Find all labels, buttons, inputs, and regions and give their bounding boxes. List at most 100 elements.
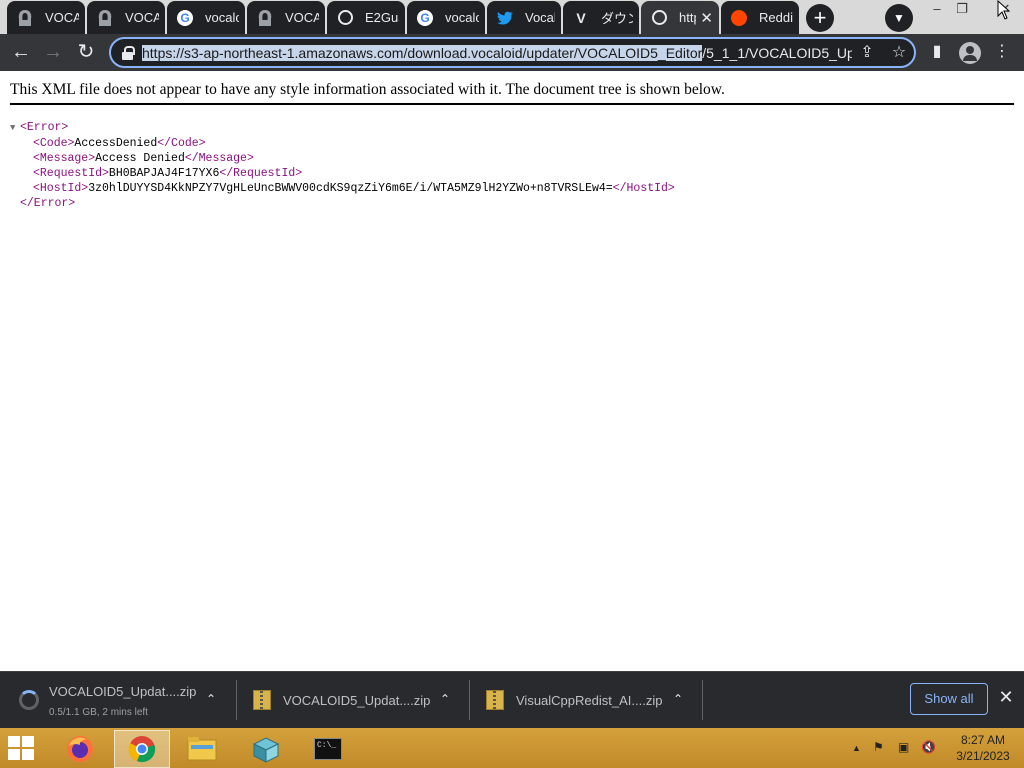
download-shelf: VOCALOID5_Updat....zip 0.5/1.1 GB, 2 min… <box>0 671 1024 728</box>
tab-title: Vocaloid <box>525 10 555 25</box>
cmd-label: C:\_ <box>314 738 342 760</box>
chevron-up-icon[interactable]: ⌃ <box>440 692 450 706</box>
xml-text: AccessDenied <box>74 137 158 150</box>
windows-start-icon[interactable] <box>8 736 36 762</box>
download-divider <box>702 680 703 720</box>
xml-text: Access Denied <box>95 152 185 165</box>
network-icon[interactable]: ▣ <box>898 740 909 754</box>
xml-open-tag: <Code> <box>33 137 75 150</box>
tab-2[interactable]: VOCALOID <box>87 1 165 34</box>
tab-title: VOCALOID <box>45 10 79 25</box>
address-bar[interactable]: https://s3-ap-northeast-1.amazonaws.com/… <box>109 37 916 68</box>
tab-title: https <box>679 10 696 25</box>
download-item[interactable]: VOCALOID5_Updat....zip ⌃ <box>253 678 463 724</box>
reload-icon[interactable]: ↻ <box>71 37 101 67</box>
tab-10[interactable]: Reddit <box>721 1 799 34</box>
tab-close-icon[interactable]: ✕ <box>700 9 713 27</box>
flag-icon[interactable]: ⚑ <box>873 740 884 754</box>
xml-document-tree: ▼ <Error> <Code>AccessDenied</Code> <Mess… <box>10 120 675 211</box>
tab-active[interactable]: https ✕ <box>641 1 719 34</box>
xml-root-close-line: </Error> <box>10 196 675 211</box>
file-explorer-icon[interactable] <box>174 730 230 768</box>
browser-toolbar: ← → ↻ https://s3-ap-northeast-1.amazonaw… <box>0 34 1024 71</box>
globe-icon <box>337 10 353 26</box>
xml-root-open-line: ▼ <Error> <box>10 120 675 136</box>
download-divider <box>236 680 237 720</box>
tab-title: VOCALOID <box>125 10 159 25</box>
notice-divider <box>10 103 1014 105</box>
installer-package-icon[interactable] <box>238 730 294 768</box>
xml-open-tag: <HostId> <box>33 182 89 195</box>
tab-title: vocaloid <box>205 10 239 25</box>
close-shelf-icon[interactable]: ✕ <box>995 686 1017 708</box>
minimize-icon[interactable]: – <box>928 0 946 20</box>
download-item[interactable]: VOCALOID5_Updat....zip 0.5/1.1 GB, 2 min… <box>19 678 229 724</box>
tab-search-chevron-icon[interactable]: ▼ <box>885 4 913 32</box>
bookmark-star-icon[interactable]: ☆ <box>888 42 910 64</box>
side-panel-icon[interactable]: ▮ <box>923 38 951 66</box>
hooded-figure-icon <box>17 9 33 26</box>
xml-line-hostid: <HostId>3z0hlDUYYSD4KkNPZY7VgHLeUncBWWV0… <box>10 181 675 196</box>
restore-icon[interactable]: ❐ <box>953 0 971 20</box>
v-logo-icon: V <box>576 9 586 26</box>
chevron-up-icon[interactable]: ⌃ <box>206 692 216 706</box>
tab-5[interactable]: E2Guardian <box>327 1 405 34</box>
download-status: 0.5/1.1 GB, 2 mins left <box>49 707 148 718</box>
forward-arrow-icon[interactable]: → <box>38 37 68 67</box>
url-rest: /5_1_1/VOCALOID5_Update.zip <box>702 45 852 61</box>
tab-title: E2Guardian <box>365 10 399 25</box>
tab-3[interactable]: G vocaloid <box>167 1 245 34</box>
hooded-figure-icon <box>97 9 113 26</box>
hooded-figure-icon <box>257 9 273 26</box>
google-icon: G <box>177 9 193 26</box>
firefox-icon[interactable] <box>52 730 108 768</box>
tray-up-arrow-icon[interactable]: ▲ <box>852 743 861 753</box>
url-text[interactable]: https://s3-ap-northeast-1.amazonaws.com/… <box>142 44 852 62</box>
xml-open-tag: <Message> <box>33 152 96 165</box>
xml-root-open-tag: <Error> <box>20 121 69 134</box>
download-progress-icon <box>19 690 39 710</box>
xml-close-tag: </Message> <box>184 152 254 165</box>
tab-title: ダウンロード <box>601 11 633 26</box>
url-selected: https://s3-ap-northeast-1.amazonaws.com/… <box>142 45 703 61</box>
download-filename: VOCALOID5_Updat....zip <box>283 693 431 708</box>
lock-icon[interactable] <box>121 46 135 60</box>
xml-text: BH0BAPJAJ4F17YX6 <box>108 167 220 180</box>
tab-title: vocaloid <box>445 10 479 25</box>
back-arrow-icon[interactable]: ← <box>6 37 36 67</box>
profile-avatar-icon[interactable] <box>959 42 981 64</box>
tab-title: Reddit <box>759 10 793 25</box>
collapse-triangle-icon[interactable]: ▼ <box>10 121 20 136</box>
system-clock[interactable]: 8:27 AM 3/21/2023 <box>948 732 1018 764</box>
share-icon[interactable]: ⇪ <box>856 42 878 64</box>
tab-4[interactable]: VOCALOID <box>247 1 325 34</box>
clock-date: 3/21/2023 <box>956 749 1010 763</box>
show-all-button[interactable]: Show all <box>910 683 988 715</box>
chrome-icon[interactable] <box>114 730 170 768</box>
chevron-up-icon[interactable]: ⌃ <box>673 692 683 706</box>
download-item[interactable]: VisualCppRedist_AI....zip ⌃ <box>486 678 696 724</box>
download-filename: VOCALOID5_Updat....zip <box>49 684 197 699</box>
xml-line-requestid: <RequestId>BH0BAPJAJ4F17YX6</RequestId> <box>10 166 675 181</box>
clock-time: 8:27 AM <box>960 733 1006 747</box>
zip-file-icon <box>486 690 504 710</box>
zip-file-icon <box>253 690 271 710</box>
tab-6[interactable]: G vocaloid <box>407 1 485 34</box>
tab-title: VOCALOID <box>285 10 319 25</box>
xml-close-tag: </RequestId> <box>219 167 303 180</box>
mouse-cursor-icon <box>997 0 1011 20</box>
volume-muted-icon[interactable]: 🔇 <box>921 740 936 754</box>
tab-8[interactable]: V ダウンロード <box>563 1 639 34</box>
xml-root-close-tag: </Error> <box>20 197 76 210</box>
tab-7[interactable]: Vocaloid <box>487 1 561 34</box>
globe-icon <box>651 10 667 26</box>
windows-taskbar: C:\_ ▲ ⚑ ▣ 🔇 8:27 AM 3/21/2023 <box>0 728 1024 768</box>
xml-line-code: <Code>AccessDenied</Code> <box>10 136 675 151</box>
command-prompt-icon[interactable]: C:\_ <box>300 730 356 768</box>
download-filename: VisualCppRedist_AI....zip <box>516 693 663 708</box>
tab-1[interactable]: VOCALOID <box>7 1 85 34</box>
xml-line-message: <Message>Access Denied</Message> <box>10 151 675 166</box>
xml-style-notice: This XML file does not appear to have an… <box>10 81 725 98</box>
new-tab-button[interactable]: + <box>806 4 834 32</box>
menu-kebab-icon[interactable]: ⋮ <box>989 38 1015 66</box>
